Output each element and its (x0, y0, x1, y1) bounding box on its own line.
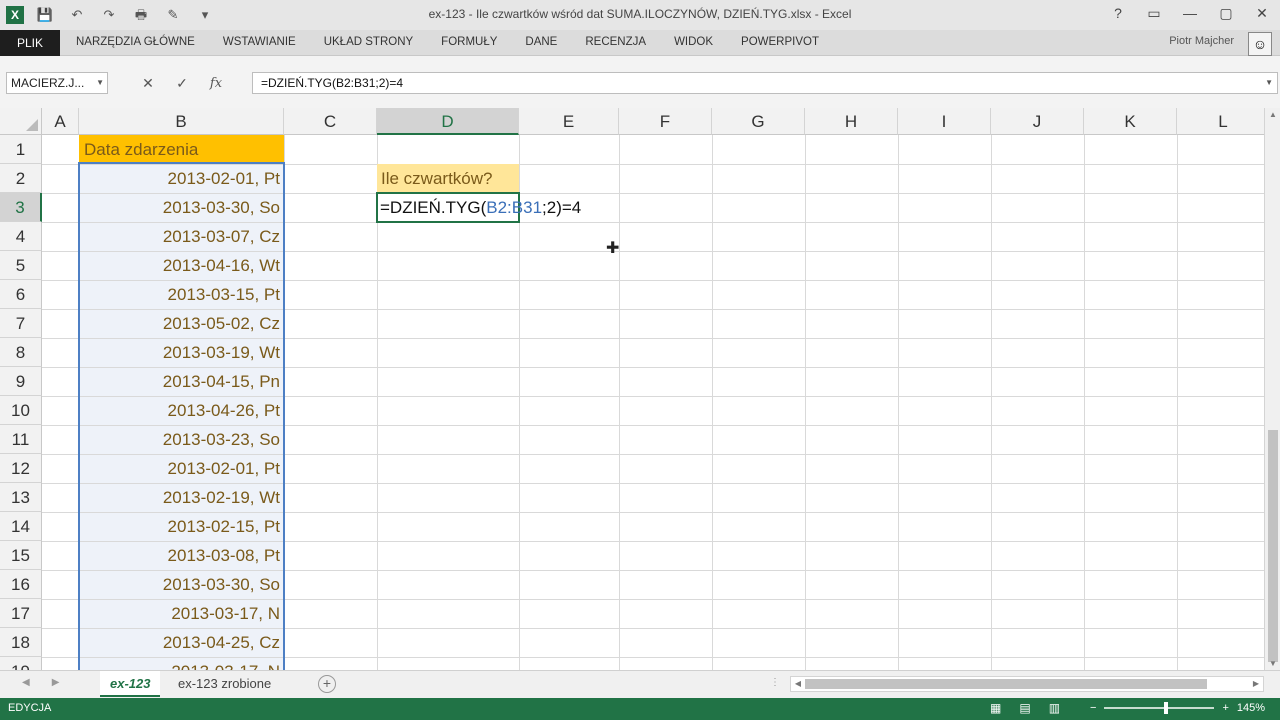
sheet-tab-ex-123[interactable]: ex-123 (100, 671, 161, 697)
row-header-2[interactable]: 2 (0, 164, 42, 193)
chevron-down-icon[interactable]: ▼ (96, 73, 104, 93)
help-button[interactable]: ? (1100, 0, 1136, 26)
scroll-down-icon[interactable]: ▼ (1265, 659, 1280, 668)
column-header-h[interactable]: H (805, 108, 898, 135)
scroll-left-icon[interactable]: ◀ (791, 677, 805, 691)
row-header-18[interactable]: 18 (0, 628, 42, 657)
minimize-button[interactable]: — (1172, 0, 1208, 26)
sheet-tab-ex-123-zrobione[interactable]: ex-123 zrobione (168, 671, 281, 697)
formula-text: =DZIEŃ.TYG(B2:B31;2)=4 (261, 76, 404, 90)
expand-formula-bar-icon[interactable]: ▼ (1265, 73, 1273, 93)
add-sheet-icon[interactable]: + (318, 675, 336, 693)
column-header-e[interactable]: E (519, 108, 619, 135)
tab-formulas[interactable]: FORMUŁY (427, 30, 511, 54)
status-mode: EDYCJA (8, 702, 52, 714)
horizontal-scroll-thumb[interactable] (805, 679, 1207, 689)
row-header-15[interactable]: 15 (0, 541, 42, 570)
sheet-next-icon[interactable]: ▶ (52, 677, 60, 688)
edit-range-ref: B2:B31 (486, 198, 543, 217)
title-bar: X 💾 ↶ ↷ 🖶 ✎ ▾ ex-123 - Ile czwartków wśr… (0, 0, 1280, 30)
tab-review[interactable]: RECENZJA (571, 30, 660, 54)
row-header-5[interactable]: 5 (0, 251, 42, 280)
edit-suffix: ;2)=4 (542, 198, 582, 217)
maximize-button[interactable]: ▢ (1208, 0, 1244, 26)
tab-page-layout[interactable]: UKŁAD STRONY (310, 30, 427, 54)
zoom-out-icon[interactable]: − (1090, 702, 1096, 714)
column-header-j[interactable]: J (991, 108, 1084, 135)
sheet-prev-icon[interactable]: ◀ (22, 677, 30, 688)
scroll-right-icon[interactable]: ▶ (1249, 677, 1263, 691)
zoom-slider-knob[interactable] (1164, 702, 1169, 714)
row-header-12[interactable]: 12 (0, 454, 42, 483)
cell-d3-editor[interactable]: =DZIEŃ.TYG(B2:B31;2)=4 (376, 192, 581, 223)
formula-bar: MACIERZ.J... ▼ ✕ ✓ fx =DZIEŃ.TYG(B2:B31;… (0, 56, 1280, 108)
row-header-7[interactable]: 7 (0, 309, 42, 338)
row-header-1[interactable]: 1 (0, 135, 42, 164)
user-name[interactable]: Piotr Majcher (1169, 35, 1234, 47)
ribbon-tabs: PLIK NARZĘDZIA GŁÓWNE WSTAWIANIE UKŁAD S… (0, 30, 1280, 56)
window-title: ex-123 - Ile czwartków wśród dat SUMA.IL… (428, 7, 852, 21)
normal-view-icon[interactable]: ▦ (990, 701, 1001, 715)
row-header-8[interactable]: 8 (0, 338, 42, 367)
row-header-10[interactable]: 10 (0, 396, 42, 425)
column-header-c[interactable]: C (284, 108, 377, 135)
horizontal-scrollbar[interactable]: ◀ ▶ (790, 676, 1264, 692)
zoom-slider[interactable] (1104, 702, 1215, 714)
page-layout-view-icon[interactable]: ▤ (1019, 701, 1030, 715)
formula-range-highlight (78, 162, 285, 670)
tab-home[interactable]: NARZĘDZIA GŁÓWNE (62, 30, 209, 54)
window-controls: ? ▭ — ▢ ✕ (1100, 0, 1280, 26)
row-header-11[interactable]: 11 (0, 425, 42, 454)
column-header-i[interactable]: I (898, 108, 991, 135)
select-all-button[interactable] (0, 108, 42, 135)
row-header-17[interactable]: 17 (0, 599, 42, 628)
scroll-up-icon[interactable]: ▲ (1265, 110, 1280, 119)
tab-insert[interactable]: WSTAWIANIE (209, 30, 310, 54)
name-box-value: MACIERZ.J... (11, 76, 85, 90)
tab-powerpivot[interactable]: POWERPIVOT (727, 30, 833, 54)
edit-prefix: =DZIEŃ.TYG( (380, 198, 487, 217)
status-bar: EDYCJA ▦ ▤ ▥ − + 145% (0, 698, 1280, 720)
column-header-l[interactable]: L (1177, 108, 1264, 135)
tab-data[interactable]: DANE (511, 30, 571, 54)
column-header-k[interactable]: K (1084, 108, 1177, 135)
close-button[interactable]: ✕ (1244, 0, 1280, 26)
cell-d2[interactable]: Ile czwartków? (377, 164, 519, 193)
zoom-in-icon[interactable]: + (1222, 702, 1228, 714)
row-header-13[interactable]: 13 (0, 483, 42, 512)
enter-check-icon[interactable]: ✓ (174, 75, 190, 92)
column-header-d[interactable]: D (377, 108, 519, 135)
tab-file[interactable]: PLIK (0, 30, 60, 56)
name-box[interactable]: MACIERZ.J... ▼ (6, 72, 108, 94)
row-header-19[interactable]: 19 (0, 657, 42, 670)
column-header-b[interactable]: B (79, 108, 284, 135)
row-header-9[interactable]: 9 (0, 367, 42, 396)
insert-function-icon[interactable]: fx (208, 76, 224, 91)
page-break-view-icon[interactable]: ▥ (1049, 701, 1060, 715)
ribbon-display-button[interactable]: ▭ (1136, 0, 1172, 26)
row-header-16[interactable]: 16 (0, 570, 42, 599)
sheet-tab-bar: ◀ ▶ ex-123 ex-123 zrobione + ⋮ ◀ ▶ (0, 670, 1280, 698)
cell-cursor-icon: ✚ (606, 240, 620, 257)
zoom-level[interactable]: 145% (1237, 702, 1265, 714)
cancel-icon[interactable]: ✕ (140, 75, 156, 92)
avatar[interactable]: ☺ (1248, 32, 1272, 56)
row-header-4[interactable]: 4 (0, 222, 42, 251)
row-header-14[interactable]: 14 (0, 512, 42, 541)
column-header-a[interactable]: A (42, 108, 79, 135)
formula-input[interactable]: =DZIEŃ.TYG(B2:B31;2)=4 ▼ (252, 72, 1278, 94)
vertical-scroll-thumb[interactable] (1268, 430, 1278, 662)
row-header-6[interactable]: 6 (0, 280, 42, 309)
tab-view[interactable]: WIDOK (660, 30, 727, 54)
row-header-3[interactable]: 3 (0, 193, 42, 222)
column-header-f[interactable]: F (619, 108, 712, 135)
column-header-g[interactable]: G (712, 108, 805, 135)
cell-b1[interactable]: Data zdarzenia (79, 135, 284, 164)
tab-split-handle-icon[interactable]: ⋮ (770, 677, 780, 688)
worksheet-grid[interactable]: A B C D E F G H I J K L 1 2 3 4 5 6 7 8 … (0, 108, 1264, 670)
vertical-scrollbar[interactable]: ▲ ▼ (1264, 108, 1280, 670)
